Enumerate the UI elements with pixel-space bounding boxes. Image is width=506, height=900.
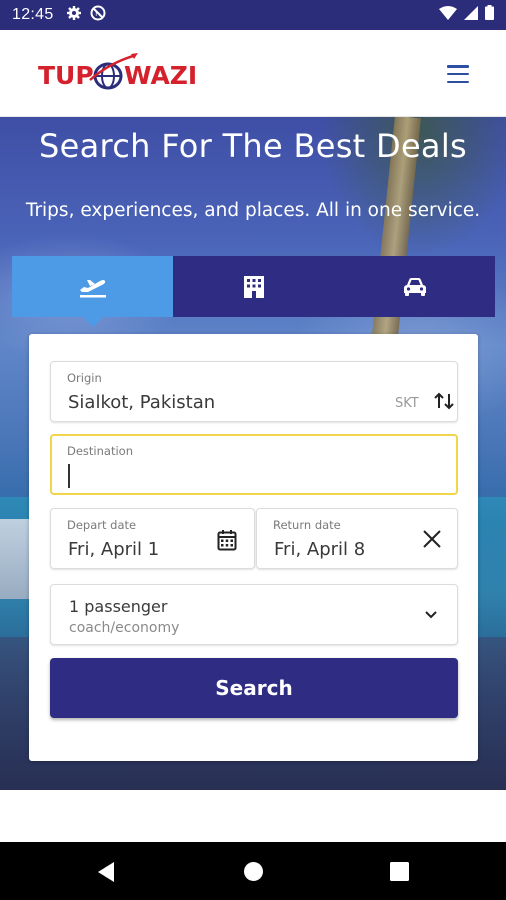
destination-input[interactable] [72, 462, 442, 490]
screen: 12:45 r TUP WAZI Search For The Best Dea… [0, 0, 506, 900]
origin-label: Origin [67, 371, 102, 385]
return-date-label: Return date [273, 518, 341, 532]
destination-field[interactable]: Destination [50, 434, 458, 495]
depart-date-field[interactable]: Depart date Fri, April 1 [50, 508, 255, 569]
app-header: TUP WAZI TUPOWAZI [0, 30, 506, 117]
hero-subtitle: Trips, experiences, and places. All in o… [25, 200, 481, 221]
origin-airport-code: SKT [395, 396, 419, 411]
tab-flights[interactable] [12, 256, 173, 327]
origin-value: Sialkot, Pakistan [68, 392, 216, 413]
signal-icon [464, 5, 478, 25]
recents-icon[interactable] [390, 862, 409, 881]
category-tabs [12, 256, 495, 327]
calendar-icon[interactable] [217, 529, 237, 551]
status-bar: 12:45 r [0, 0, 506, 30]
text-cursor [68, 464, 70, 488]
passenger-selector[interactable]: 1 passenger coach/economy [50, 584, 458, 645]
return-date-value: Fri, April 8 [274, 539, 366, 560]
tab-hotels[interactable] [173, 256, 334, 317]
return-date-field[interactable]: Return date Fri, April 8 [256, 508, 458, 569]
hamburger-menu-icon[interactable] [444, 63, 472, 85]
logo[interactable]: TUP WAZI TUPOWAZI [38, 52, 200, 96]
origin-field[interactable]: Origin Sialkot, Pakistan SKT [50, 361, 458, 422]
hotel-icon [243, 275, 264, 298]
chevron-down-icon[interactable] [423, 609, 439, 621]
cabin-class: coach/economy [69, 620, 180, 636]
do-not-disturb-icon: r [90, 5, 106, 26]
footer-strip [0, 790, 506, 842]
depart-date-label: Depart date [67, 518, 137, 532]
svg-text:WAZI: WAZI [124, 61, 197, 90]
svg-text:TUP: TUP [38, 61, 94, 90]
logo-mark: TUP WAZI [38, 53, 197, 90]
wifi-icon [439, 5, 457, 25]
home-icon[interactable] [243, 861, 264, 882]
depart-date-value: Fri, April 1 [68, 539, 160, 560]
swap-icon[interactable] [433, 390, 455, 412]
status-time: 12:45 [12, 6, 54, 23]
close-icon[interactable] [420, 527, 444, 551]
passenger-count: 1 passenger [69, 597, 168, 616]
battery-icon [485, 5, 494, 25]
tab-cars[interactable] [334, 256, 495, 317]
flight-takeoff-icon [79, 279, 106, 297]
back-icon[interactable] [96, 861, 116, 883]
hero-title: Search For The Best Deals [39, 127, 467, 165]
system-nav-bar [0, 842, 506, 900]
car-icon [403, 277, 426, 296]
search-button[interactable]: Search [50, 658, 458, 718]
destination-label: Destination [67, 444, 133, 458]
svg-text:r: r [95, 10, 98, 18]
gear-icon [66, 5, 82, 26]
search-form-card: Origin Sialkot, Pakistan SKT Destination… [29, 334, 478, 761]
